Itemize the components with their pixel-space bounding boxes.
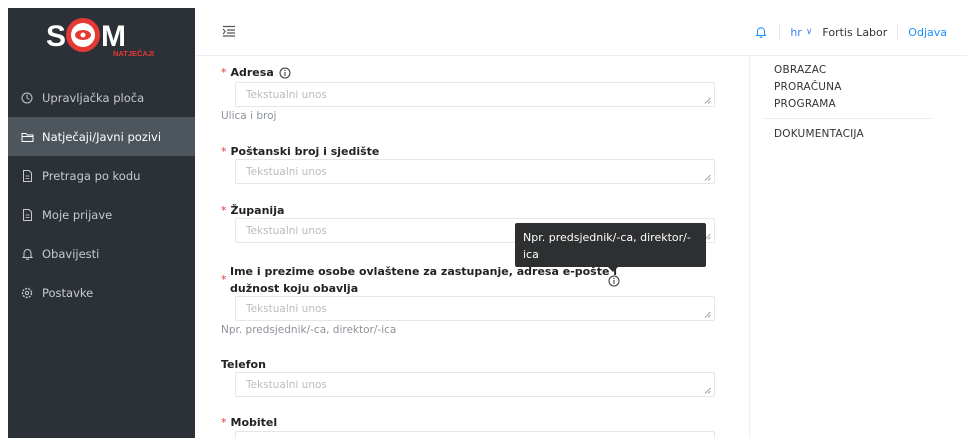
field-label: * Županija <box>221 204 716 217</box>
field-label: Telefon <box>221 358 716 371</box>
chevron-down-icon[interactable]: ∨ <box>806 27 813 37</box>
field-ovlastena-osoba: * Ime i prezime osobe ovlaštene za zastu… <box>221 263 716 336</box>
info-icon[interactable] <box>608 272 620 287</box>
sidebar-nav: Upravljačka ploča Natječaji/Javni pozivi… <box>8 78 195 312</box>
logout-link[interactable]: Odjava <box>908 26 947 39</box>
panel-item-proracuna[interactable]: PRORAČUNA <box>774 79 842 96</box>
field-label: * Poštanski broj i sjedište <box>221 145 716 158</box>
required-marker: * <box>221 66 227 79</box>
input-placeholder: Tekstualni unos <box>246 379 327 391</box>
required-marker: * <box>221 273 227 286</box>
tooltip-line-1: Npr. predsjednik/-ca, direktor/- <box>523 231 691 244</box>
sidebar-item-label: Postavke <box>42 285 94 300</box>
document-icon <box>20 208 34 222</box>
field-label: * Mobitel <box>221 416 716 429</box>
label-text: Telefon <box>221 358 266 371</box>
user-name[interactable]: Fortis Labor <box>822 26 887 39</box>
panel-divider <box>762 118 932 119</box>
sidebar-item-moje-prijave[interactable]: Moje prijave <box>8 195 195 234</box>
ovlastena-osoba-input[interactable]: Tekstualni unos <box>235 296 715 321</box>
header-actions: hr ∨ Fortis Labor Odjava <box>755 25 947 39</box>
sidebar-item-label: Obavijesti <box>42 246 100 261</box>
input-placeholder: Tekstualni unos <box>246 166 327 178</box>
tooltip: Npr. predsjednik/-ca, direktor/- ica <box>515 223 706 267</box>
postanski-broj-input[interactable]: Tekstualni unos <box>235 159 715 184</box>
label-text: Poštanski broj i sjedište <box>230 145 380 158</box>
sidebar-item-upravljacka-ploca[interactable]: Upravljačka ploča <box>8 78 195 117</box>
help-text: Npr. predsjednik/-ca, direktor/-ica <box>221 324 397 336</box>
mobitel-input[interactable] <box>235 431 715 438</box>
sidebar-item-label: Moje prijave <box>42 207 113 222</box>
gauge-icon <box>20 91 34 105</box>
sidebar-item-pretraga-po-kodu[interactable]: Pretraga po kodu <box>8 156 195 195</box>
document-icon <box>20 169 34 183</box>
notifications-bell-icon[interactable] <box>755 26 768 38</box>
sidebar-item-label: Upravljačka ploča <box>42 90 145 105</box>
required-marker: * <box>221 204 227 217</box>
tooltip-arrow <box>608 267 618 272</box>
adresa-input[interactable]: Tekstualni unos <box>235 82 715 107</box>
folder-icon <box>20 130 34 144</box>
resize-handle-icon[interactable] <box>704 311 711 318</box>
label-text: Mobitel <box>230 416 278 429</box>
sidebar-item-label: Natječaji/Javni pozivi <box>42 129 162 144</box>
right-panel: OBRAZAC PRORAČUNA PROGRAMA DOKUMENTACIJA <box>749 56 967 438</box>
field-telefon: Telefon Tekstualni unos <box>221 358 716 397</box>
resize-handle-icon[interactable] <box>704 387 711 394</box>
field-adresa: * Adresa Tekstualni unos Ulica i broj <box>221 66 716 122</box>
input-placeholder: Tekstualni unos <box>246 225 327 237</box>
tooltip-line-2: ica <box>523 248 539 261</box>
telefon-input[interactable]: Tekstualni unos <box>235 372 715 397</box>
label-text: Županija <box>230 204 285 217</box>
panel-item-dokumentacija[interactable]: DOKUMENTACIJA <box>774 126 864 143</box>
menu-toggle-icon[interactable] <box>222 23 236 37</box>
gear-icon <box>20 286 34 300</box>
panel-item-obrazac[interactable]: OBRAZAC <box>774 62 826 79</box>
som-natjecaji-logo[interactable]: S M NATJEČAJI <box>8 8 195 62</box>
header-divider <box>897 25 899 39</box>
language-select[interactable]: hr <box>790 26 802 39</box>
svg-text:S: S <box>46 20 66 53</box>
svg-text:NATJEČAJI: NATJEČAJI <box>113 49 154 58</box>
resize-handle-icon[interactable] <box>704 174 711 181</box>
bell-icon <box>20 247 34 261</box>
required-marker: * <box>221 416 227 429</box>
sidebar-item-obavijesti[interactable]: Obavijesti <box>8 234 195 273</box>
resize-handle-icon[interactable] <box>704 97 711 104</box>
label-line-2: dužnost koju obavlja <box>230 282 359 295</box>
field-zupanija: * Županija Tekstualni unos <box>221 204 716 243</box>
sidebar: S M NATJEČAJI Upravljačka ploča Natječaj… <box>8 8 195 438</box>
sidebar-item-natjecaji[interactable]: Natječaji/Javni pozivi <box>8 117 195 156</box>
field-label: * Ime i prezime osobe ovlaštene za zastu… <box>221 263 716 297</box>
help-text: Ulica i broj <box>221 110 277 122</box>
sidebar-item-label: Pretraga po kodu <box>42 168 141 183</box>
info-icon[interactable] <box>279 67 291 79</box>
input-placeholder: Tekstualni unos <box>246 89 327 101</box>
field-mobitel: * Mobitel <box>221 416 716 438</box>
required-marker: * <box>221 145 227 158</box>
field-label: * Adresa <box>221 66 716 79</box>
panel-item-programa[interactable]: PROGRAMA <box>774 96 836 113</box>
input-placeholder: Tekstualni unos <box>246 303 327 315</box>
sidebar-item-postavke[interactable]: Postavke <box>8 273 195 312</box>
header-divider <box>779 25 781 39</box>
field-postanski-broj: * Poštanski broj i sjedište Tekstualni u… <box>221 145 716 184</box>
top-header: hr ∨ Fortis Labor Odjava <box>195 8 967 56</box>
label-text: Adresa <box>230 66 274 79</box>
